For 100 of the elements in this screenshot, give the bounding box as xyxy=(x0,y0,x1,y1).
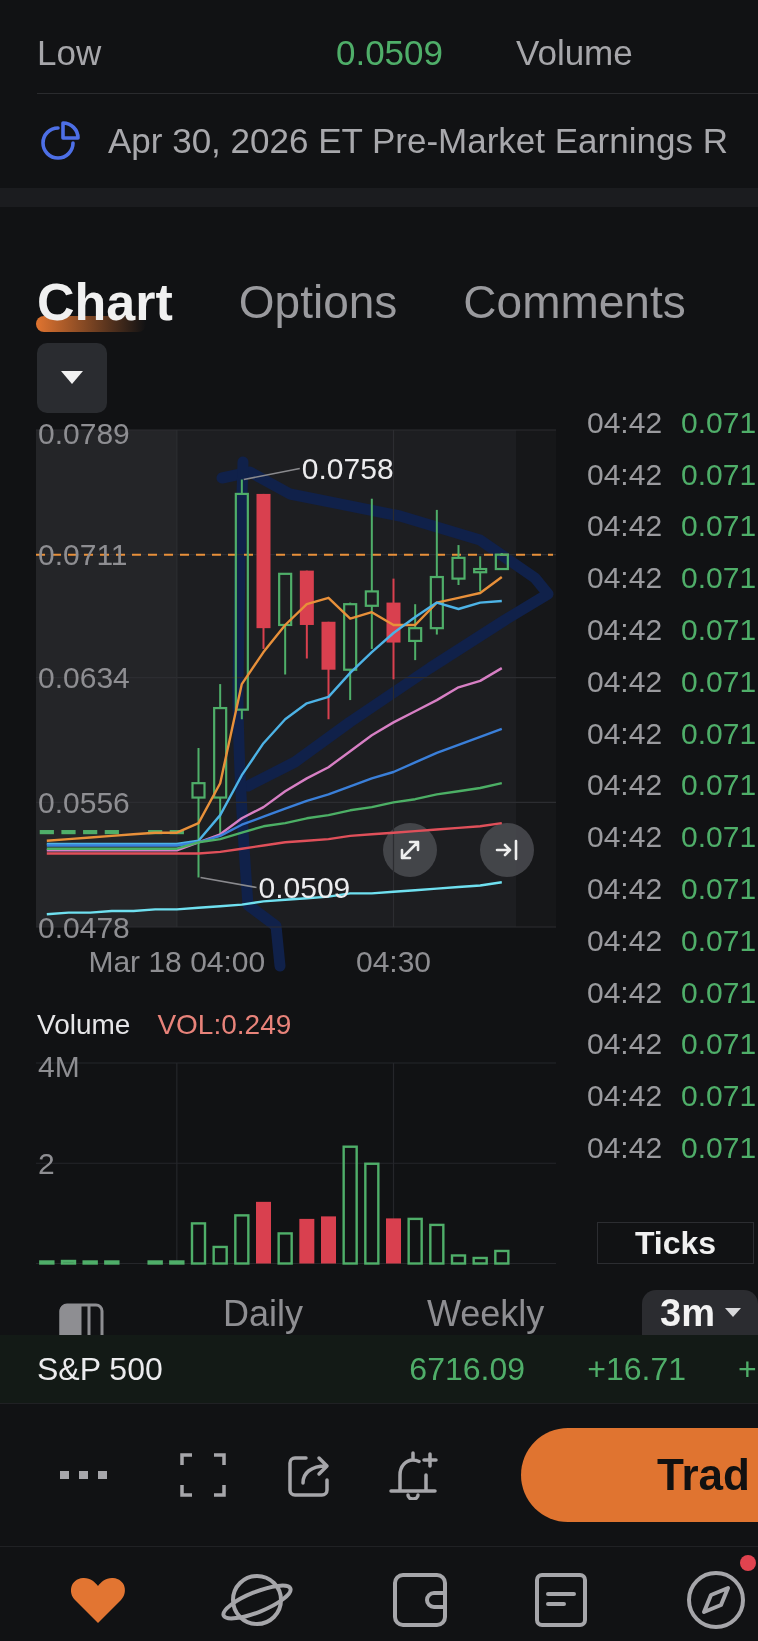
tick-price: 0.071 xyxy=(681,716,757,751)
candlestick xyxy=(169,830,184,835)
candlestick xyxy=(39,830,54,835)
axis-label: 2 xyxy=(38,1146,55,1180)
period-tab[interactable]: 3m xyxy=(642,1290,758,1335)
wallet-icon[interactable] xyxy=(392,1572,448,1628)
tick-time: 04:42 xyxy=(587,975,663,1010)
tick-price: 0.071 xyxy=(681,768,757,803)
volume-bar xyxy=(256,1201,271,1264)
volume-bar xyxy=(407,1217,423,1265)
candlestick xyxy=(451,544,466,586)
axis-label: 0.0789 xyxy=(38,416,130,450)
volume-bar xyxy=(299,1218,315,1264)
tick-time: 04:42 xyxy=(587,1079,663,1114)
tick-time: 04:42 xyxy=(587,561,663,596)
panel-icon[interactable] xyxy=(58,1303,105,1335)
candlestick xyxy=(494,552,509,571)
price-annotation: 0.0758 xyxy=(301,452,394,486)
volume-bar xyxy=(190,1222,207,1265)
tick-time: 04:42 xyxy=(587,923,663,958)
index-price: 6716.09 xyxy=(409,1350,525,1388)
volume-bar xyxy=(82,1260,98,1265)
candlestick xyxy=(408,603,423,662)
volume-bar xyxy=(169,1260,185,1265)
volume-bar xyxy=(321,1216,336,1264)
period-tab[interactable]: Weekly xyxy=(427,1296,545,1332)
volume-bar xyxy=(494,1249,510,1265)
candlestick xyxy=(83,830,98,835)
tick-time: 04:42 xyxy=(587,872,663,907)
volume-bar xyxy=(234,1214,250,1265)
bell-plus-icon[interactable] xyxy=(387,1450,440,1500)
leader-line xyxy=(199,876,258,889)
index-change-percent: + xyxy=(738,1350,757,1388)
trade-button[interactable]: Trad xyxy=(521,1428,758,1522)
pie-chart-icon xyxy=(39,119,83,163)
chart-title: Volume xyxy=(37,1009,131,1041)
fullscreen-icon[interactable] xyxy=(180,1453,226,1497)
candlestick xyxy=(148,830,163,835)
volume-bar xyxy=(450,1254,467,1265)
document-icon[interactable] xyxy=(534,1572,588,1628)
index-change: +16.71 xyxy=(587,1350,686,1388)
tick-price: 0.071 xyxy=(681,1027,757,1062)
volume-bar xyxy=(60,1259,77,1265)
volume-bar xyxy=(386,1218,401,1264)
candlestick xyxy=(61,830,76,835)
caret-icon xyxy=(61,371,83,385)
index-name: S&P 500 xyxy=(37,1350,163,1388)
tick-price: 0.071 xyxy=(681,457,757,492)
tick-price: 0.071 xyxy=(681,1079,757,1114)
tick-time: 04:42 xyxy=(587,405,663,440)
ticks-button[interactable]: Ticks xyxy=(597,1222,754,1264)
volume-bar xyxy=(212,1245,228,1265)
stat-value: 0.0509 xyxy=(334,32,443,73)
tick-time: 04:42 xyxy=(587,768,663,803)
compass-icon[interactable] xyxy=(686,1570,746,1630)
tab[interactable]: Chart xyxy=(37,274,173,335)
tick-time: 04:42 xyxy=(587,509,663,544)
axis-label: 0.0478 xyxy=(38,910,130,944)
period-tab[interactable]: Daily xyxy=(223,1296,303,1332)
earnings-notice[interactable]: Apr 30, 2026 ET Pre-Market Earnings R xyxy=(108,121,728,161)
tick-time: 04:42 xyxy=(587,1131,663,1166)
tick-time: 04:42 xyxy=(587,664,663,699)
tick-time: 04:42 xyxy=(587,613,663,648)
tick-price: 0.071 xyxy=(681,405,757,440)
dropdown-button[interactable] xyxy=(37,343,107,413)
axis-label: 0.0711 xyxy=(38,538,128,572)
tick-price: 0.071 xyxy=(681,664,757,699)
tick-price: 0.071 xyxy=(681,561,757,596)
tick-price: 0.071 xyxy=(681,872,757,907)
caret-down-icon xyxy=(724,1308,741,1318)
axis-label: Mar 18 04:00 xyxy=(88,944,266,978)
axis-label: 4M xyxy=(38,1050,80,1083)
volume-bar xyxy=(147,1260,163,1265)
axis-label: 0.0634 xyxy=(38,661,130,695)
volume-bar xyxy=(104,1260,120,1265)
price-annotation: 0.0509 xyxy=(258,870,351,904)
volume-bar xyxy=(472,1256,488,1265)
tick-time: 04:42 xyxy=(587,1027,663,1062)
axis-label: 0.0556 xyxy=(38,785,130,819)
axis-label: 04:30 xyxy=(355,944,432,978)
tick-price: 0.071 xyxy=(681,613,757,648)
leader-line xyxy=(243,467,301,481)
volume-bar xyxy=(277,1232,293,1265)
volume-bar xyxy=(39,1260,55,1265)
tab[interactable]: Options xyxy=(238,274,398,335)
tick-price: 0.071 xyxy=(681,820,757,855)
candlestick xyxy=(473,555,488,593)
tick-price: 0.071 xyxy=(681,1131,757,1166)
arrow-to-line-icon xyxy=(494,837,520,863)
tick-price: 0.071 xyxy=(681,923,757,958)
more-icon[interactable] xyxy=(60,1470,108,1480)
stat-label: Low xyxy=(37,32,103,73)
tick-time: 04:42 xyxy=(587,820,663,855)
tick-time: 04:42 xyxy=(587,457,663,492)
tick-price: 0.071 xyxy=(681,975,757,1010)
volume-bar xyxy=(429,1223,445,1265)
stat-label: Volume xyxy=(516,32,633,73)
tab[interactable]: Comments xyxy=(463,274,686,335)
tick-time: 04:42 xyxy=(587,716,663,751)
candlestick xyxy=(104,830,119,835)
